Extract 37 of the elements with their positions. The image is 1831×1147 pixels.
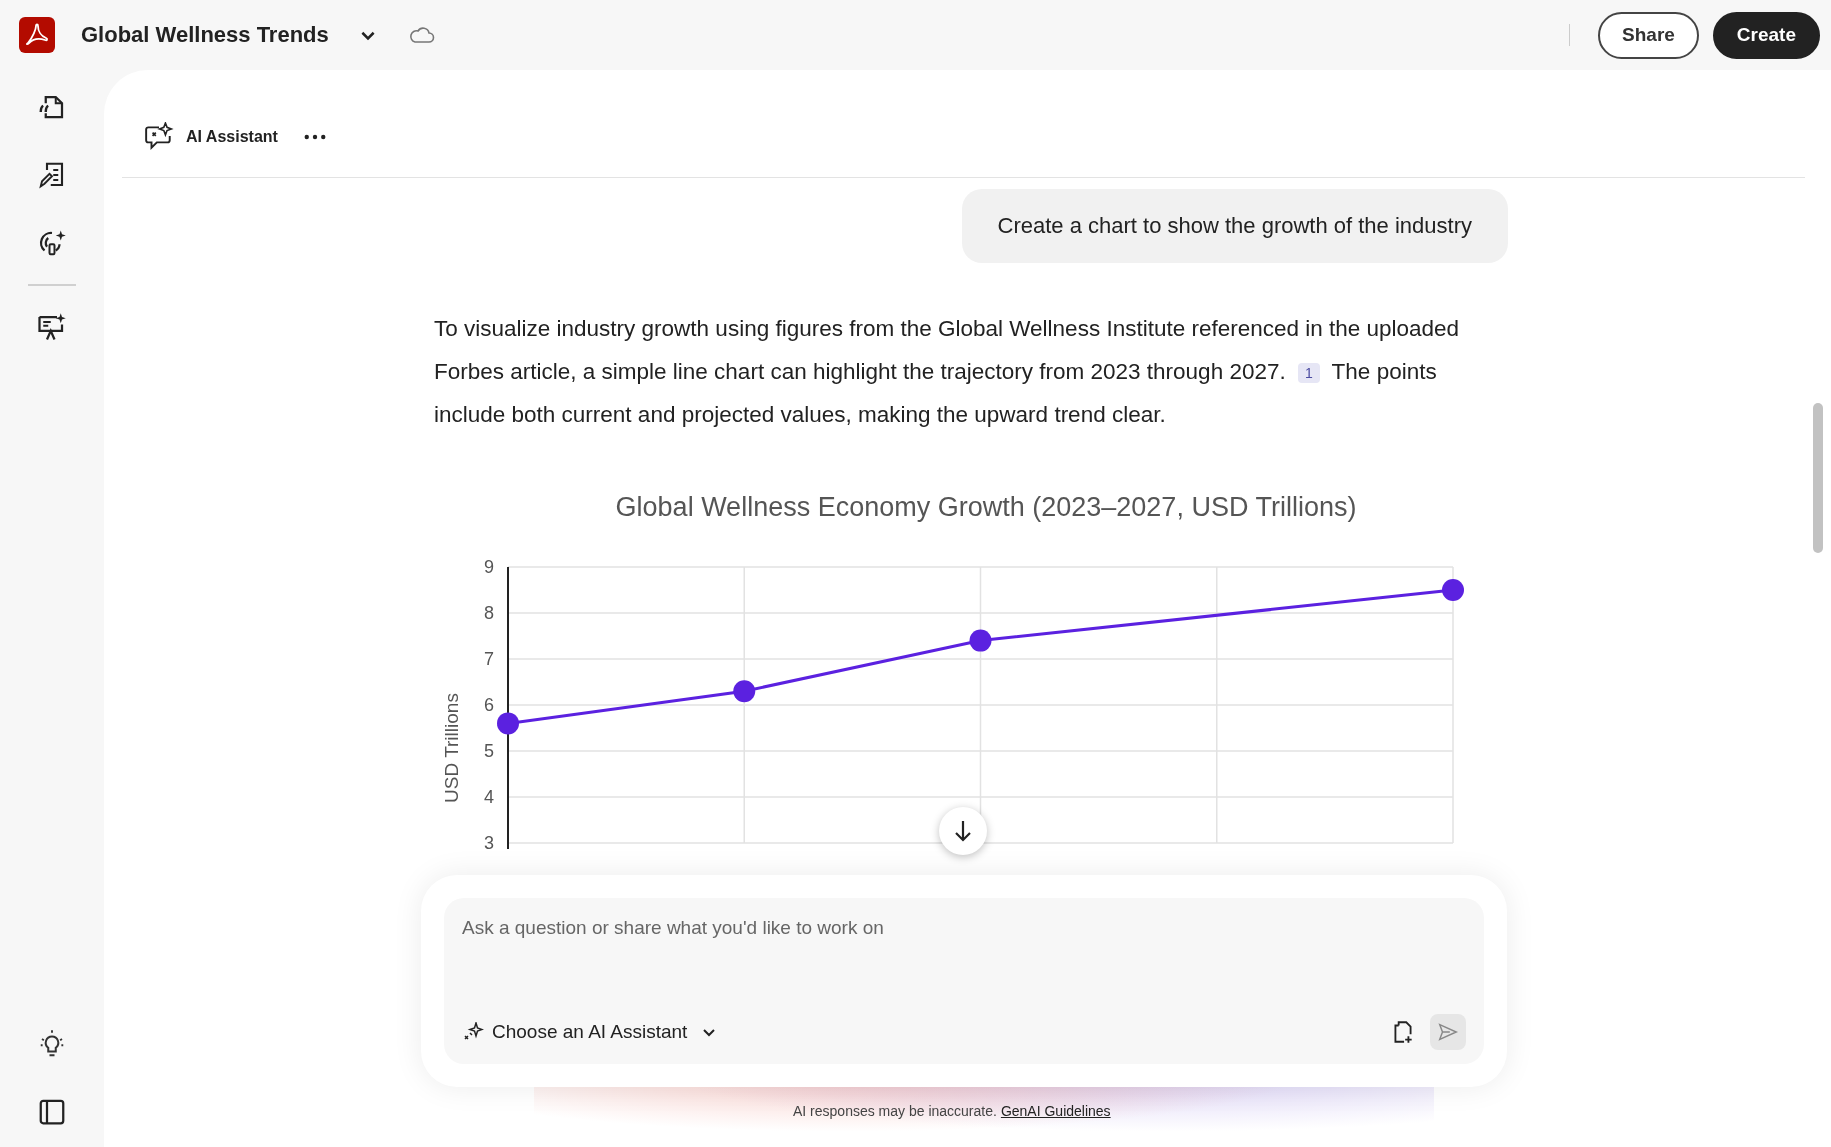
chart-title: Global Wellness Economy Growth (2023–2027, USD Trillions) bbox=[614, 492, 1358, 523]
presentation-sparkle-icon[interactable] bbox=[37, 312, 67, 342]
sidebar-panel-icon[interactable] bbox=[37, 1097, 67, 1127]
header-button[interactable]: Share bbox=[1598, 11, 1699, 59]
prompt-field[interactable]: Ask a question or share what you'd like to work on Choose an AI Assistant bbox=[444, 898, 1484, 1064]
y-tick-label: 5 bbox=[484, 741, 494, 761]
y-tick-label: 7 bbox=[484, 649, 494, 669]
guidelines-link[interactable]: GenAI Guidelines bbox=[1000, 1103, 1111, 1119]
assistant-answer: To visualize industry growth using figures from the Global Wellness Institute referenced in the uploaded Forbes article, a simple line chart can highlight the trajectory from 2023 through 2027. 1 The points include both current and projected values, making the upward trend clear. bbox=[434, 315, 1461, 429]
y-tick-label: 8 bbox=[484, 603, 494, 623]
send-button[interactable] bbox=[1430, 1014, 1466, 1050]
disclaimer-text: AI responses may be inaccurate. bbox=[793, 1103, 997, 1119]
y-tick-label: 6 bbox=[484, 695, 494, 715]
document-title: Global Wellness Trends bbox=[81, 22, 330, 48]
header-button[interactable]: Create bbox=[1712, 11, 1820, 59]
scrollbar[interactable] bbox=[1813, 403, 1823, 553]
arrow-down-icon bbox=[953, 819, 973, 843]
assistant-picker[interactable]: Choose an AI Assistant bbox=[462, 1021, 718, 1043]
y-tick-label: 3 bbox=[484, 833, 494, 849]
target-sparkle-icon[interactable] bbox=[37, 228, 67, 258]
y-tick-label: 9 bbox=[484, 557, 494, 577]
panel-title: AI Assistant bbox=[186, 127, 278, 146]
user-message: Create a chart to show the growth of the industry bbox=[961, 189, 1508, 263]
app-logo-icon[interactable] bbox=[19, 17, 55, 53]
y-axis-label: USD Trillions bbox=[441, 693, 462, 803]
scroll-down-button[interactable] bbox=[939, 807, 987, 855]
data-point bbox=[733, 680, 756, 703]
data-point bbox=[497, 712, 519, 735]
cloud-icon[interactable] bbox=[409, 26, 435, 44]
more-options-icon[interactable] bbox=[303, 133, 326, 140]
chat-sparkle-icon bbox=[144, 121, 174, 152]
y-tick-label: 4 bbox=[484, 787, 494, 807]
sparkle-icon bbox=[462, 1022, 484, 1042]
data-point bbox=[1442, 579, 1464, 601]
data-point bbox=[969, 629, 992, 652]
send-icon bbox=[1437, 1021, 1459, 1043]
citation-link[interactable]: 1 bbox=[1297, 363, 1320, 384]
